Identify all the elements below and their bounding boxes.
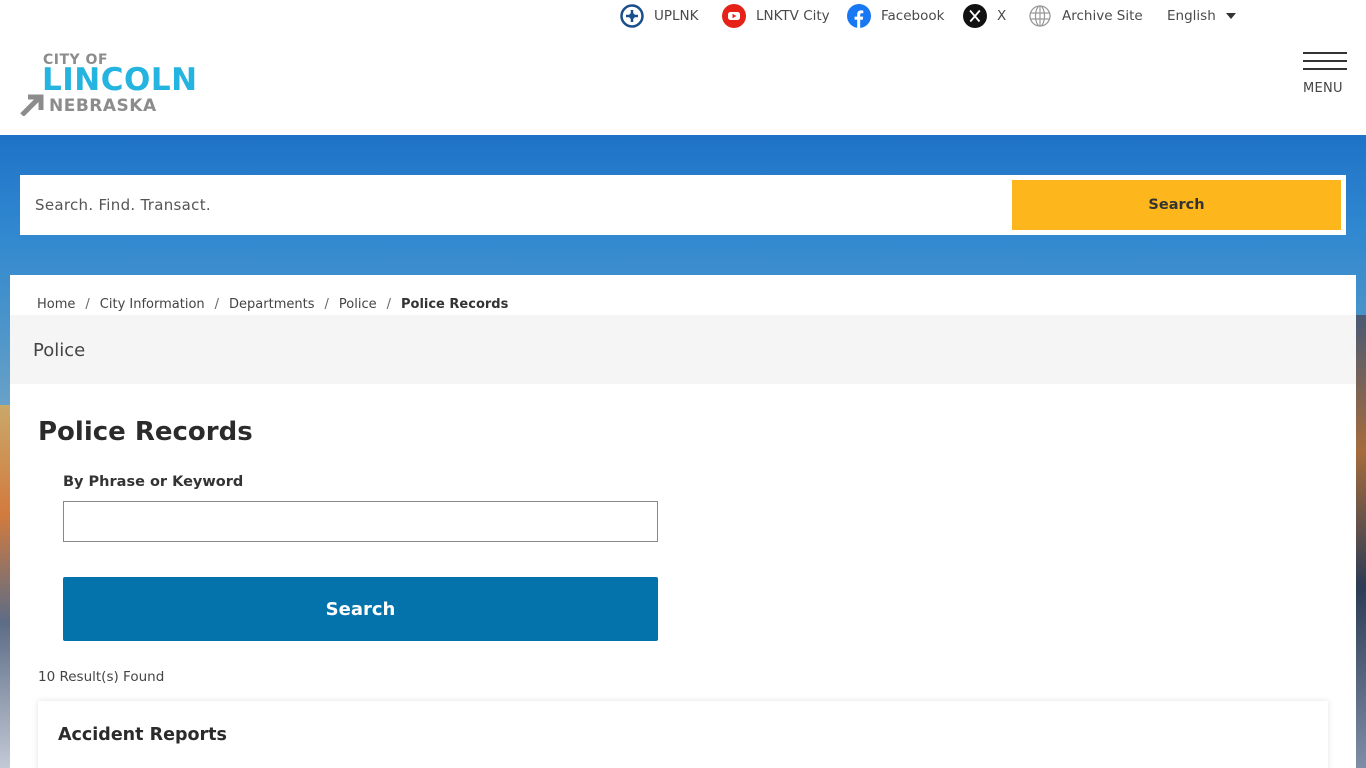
facebook-link[interactable]: Facebook <box>847 3 944 29</box>
chevron-down-icon <box>1225 13 1236 19</box>
result-card[interactable]: Accident Reports <box>38 701 1328 768</box>
x-label: X <box>997 8 1007 24</box>
language-select[interactable]: English <box>1167 3 1236 29</box>
page-title: Police Records <box>38 417 253 447</box>
logo-nebraska: NEBRASKA <box>49 96 157 116</box>
archive-site-link[interactable]: Archive Site <box>1028 3 1143 29</box>
site-search-input[interactable] <box>20 175 1010 235</box>
results-count: 10 Result(s) Found <box>38 669 165 685</box>
utility-bar: UPLNK LNKTV City Facebook X Archive Site… <box>0 0 1366 34</box>
breadcrumb-departments[interactable]: Departments <box>229 297 314 312</box>
uplnk-link[interactable]: UPLNK <box>620 3 699 29</box>
section-header: Police <box>10 315 1356 384</box>
city-logo[interactable]: CITY OF LINCOLN NEBRASKA <box>20 52 215 118</box>
youtube-icon <box>722 4 746 28</box>
facebook-label: Facebook <box>881 8 945 24</box>
menu-button[interactable]: MENU <box>1300 52 1350 98</box>
site-search-button[interactable]: Search <box>1012 180 1341 230</box>
x-icon <box>963 4 987 28</box>
language-label: English <box>1167 8 1216 24</box>
menu-label: MENU <box>1303 81 1343 96</box>
logo-arrow-icon <box>20 94 46 120</box>
records-search-button[interactable]: Search <box>63 577 658 641</box>
archive-site-label: Archive Site <box>1062 8 1143 24</box>
breadcrumb-city-information[interactable]: City Information <box>100 297 205 312</box>
logo-lincoln: LINCOLN <box>42 62 198 98</box>
lnktv-link[interactable]: LNKTV City <box>722 3 830 29</box>
breadcrumb-police[interactable]: Police <box>339 297 377 312</box>
section-title[interactable]: Police <box>33 340 85 361</box>
breadcrumb: Home / City Information / Departments / … <box>37 297 509 312</box>
keyword-input[interactable] <box>63 501 658 542</box>
breadcrumb-current: Police Records <box>400 297 509 312</box>
uplnk-label: UPLNK <box>654 8 699 24</box>
x-link[interactable]: X <box>963 3 1006 29</box>
uplnk-icon <box>620 4 644 28</box>
result-title[interactable]: Accident Reports <box>58 725 227 745</box>
globe-icon <box>1028 4 1052 28</box>
hamburger-icon <box>1303 52 1347 54</box>
site-search: Search <box>20 175 1346 235</box>
lnktv-label: LNKTV City <box>756 8 830 24</box>
keyword-field-label: By Phrase or Keyword <box>63 474 244 490</box>
breadcrumb-home[interactable]: Home <box>37 297 75 312</box>
facebook-icon <box>847 4 871 28</box>
content-panel: Home / City Information / Departments / … <box>10 275 1356 768</box>
